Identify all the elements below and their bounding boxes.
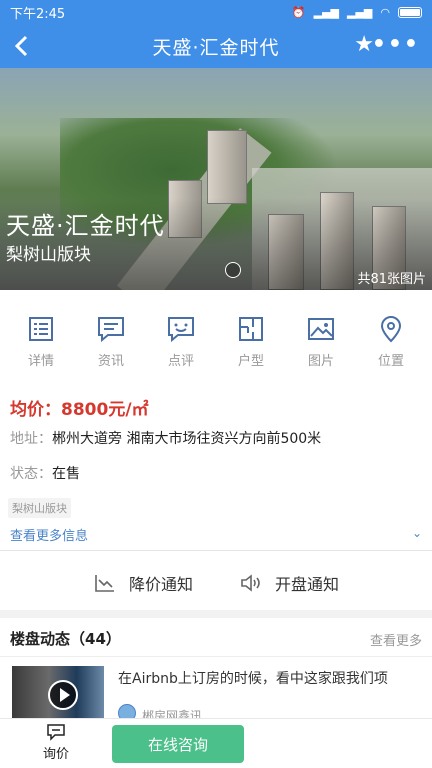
bottom-action-bar: 询价 在线咨询 bbox=[0, 718, 432, 768]
menu-item-label: 详情 bbox=[27, 354, 54, 369]
back-button[interactable] bbox=[14, 34, 36, 58]
divider bbox=[0, 656, 432, 657]
menu-item-review[interactable]: 点评 bbox=[151, 300, 211, 370]
divider bbox=[0, 550, 432, 551]
news-video-thumbnail[interactable] bbox=[12, 666, 104, 718]
chevron-down-icon[interactable]: ⌄ bbox=[412, 526, 422, 540]
photo-count: 共81张图片 bbox=[357, 272, 426, 287]
status-bar: 下午2:45 ⏰ ▂▄▆ ▂▄▆ ◠ bbox=[0, 0, 432, 24]
menu-item-pictures[interactable]: 图片 bbox=[291, 300, 351, 370]
more-menu-icon[interactable]: ••• bbox=[372, 32, 420, 57]
hero-title: 天盛·汇金时代 bbox=[6, 212, 165, 240]
online-consult-button[interactable]: 在线咨询 bbox=[112, 725, 244, 763]
ask-price-label: 询价 bbox=[42, 747, 69, 762]
floorplan-icon bbox=[239, 317, 263, 341]
menu-item-label: 户型 bbox=[237, 354, 264, 369]
hero-tower-1 bbox=[207, 130, 247, 204]
opening-notify-button[interactable]: 开盘通知 bbox=[239, 571, 339, 595]
status-row: 状态：在售 bbox=[10, 463, 80, 483]
address-value: 郴州大道旁 湘南大市场往资兴方向前500米 bbox=[52, 431, 322, 447]
address-label: 地址： bbox=[10, 431, 52, 447]
menu-item-label: 点评 bbox=[167, 354, 194, 369]
wifi-icon: ◠ bbox=[380, 5, 390, 19]
menu-item-floorplan[interactable]: 户型 bbox=[221, 300, 281, 370]
news-message-icon bbox=[98, 317, 124, 343]
price-drop-notify-label: 降价通知 bbox=[128, 575, 193, 594]
trend-down-icon bbox=[95, 575, 114, 592]
alarm-icon: ⏰ bbox=[291, 5, 306, 19]
more-info-link[interactable]: 查看更多信息 bbox=[10, 525, 88, 544]
dynamics-more-link[interactable]: 查看更多 bbox=[370, 630, 422, 649]
play-icon[interactable] bbox=[48, 680, 78, 710]
hero-subtitle: 梨树山版块 bbox=[6, 245, 91, 265]
nav-bar: 天盛·汇金时代 ★ ••• bbox=[0, 24, 432, 68]
page-title: 天盛·汇金时代 bbox=[152, 36, 280, 59]
chat-bubble-icon bbox=[47, 724, 65, 741]
chevron-left-icon bbox=[14, 35, 28, 57]
price-drop-notify-button[interactable]: 降价通知 bbox=[93, 571, 193, 595]
status-value: 在售 bbox=[52, 466, 80, 482]
review-chat-icon bbox=[168, 317, 194, 343]
panorama-360-icon[interactable] bbox=[225, 262, 241, 278]
section-gap bbox=[0, 610, 432, 618]
status-label: 状态： bbox=[10, 466, 52, 482]
opening-notify-label: 开盘通知 bbox=[275, 575, 340, 594]
picture-icon bbox=[308, 318, 334, 340]
notify-row: 降价通知 开盘通知 bbox=[0, 560, 432, 606]
menu-item-label: 位置 bbox=[377, 354, 404, 369]
location-pin-icon bbox=[380, 316, 402, 343]
menu-item-label: 资讯 bbox=[97, 354, 124, 369]
icon-menu: 详情 资讯 点评 户型 图片 位置 bbox=[0, 300, 432, 370]
battery-icon bbox=[398, 6, 422, 18]
status-icons: ⏰ ▂▄▆ ▂▄▆ ◠ bbox=[292, 6, 422, 19]
average-price: 均价：8800元/㎡ bbox=[10, 400, 149, 420]
menu-item-location[interactable]: 位置 bbox=[361, 300, 421, 370]
area-tag: 梨树山版块 bbox=[8, 498, 71, 518]
signal-icon: ▂▄▆ bbox=[313, 5, 339, 19]
news-title[interactable]: 在Airbnb上订房的时候，看中这家跟我们项 bbox=[118, 668, 428, 688]
status-time: 下午2:45 bbox=[10, 6, 66, 22]
address-row: 地址：郴州大道旁 湘南大市场往资兴方向前500米 bbox=[10, 428, 321, 448]
menu-item-details[interactable]: 详情 bbox=[11, 300, 71, 370]
speaker-icon bbox=[241, 574, 260, 592]
dynamics-heading: 楼盘动态（44） bbox=[10, 630, 121, 648]
ask-price-button[interactable]: 询价 bbox=[28, 723, 84, 762]
hero-gallery[interactable]: 天盛·汇金时代 梨树山版块 共81张图片 bbox=[0, 68, 432, 290]
menu-item-label: 图片 bbox=[307, 354, 334, 369]
details-list-icon bbox=[29, 317, 53, 341]
menu-item-news[interactable]: 资讯 bbox=[81, 300, 141, 370]
signal-icon-2: ▂▄▆ bbox=[347, 5, 373, 19]
